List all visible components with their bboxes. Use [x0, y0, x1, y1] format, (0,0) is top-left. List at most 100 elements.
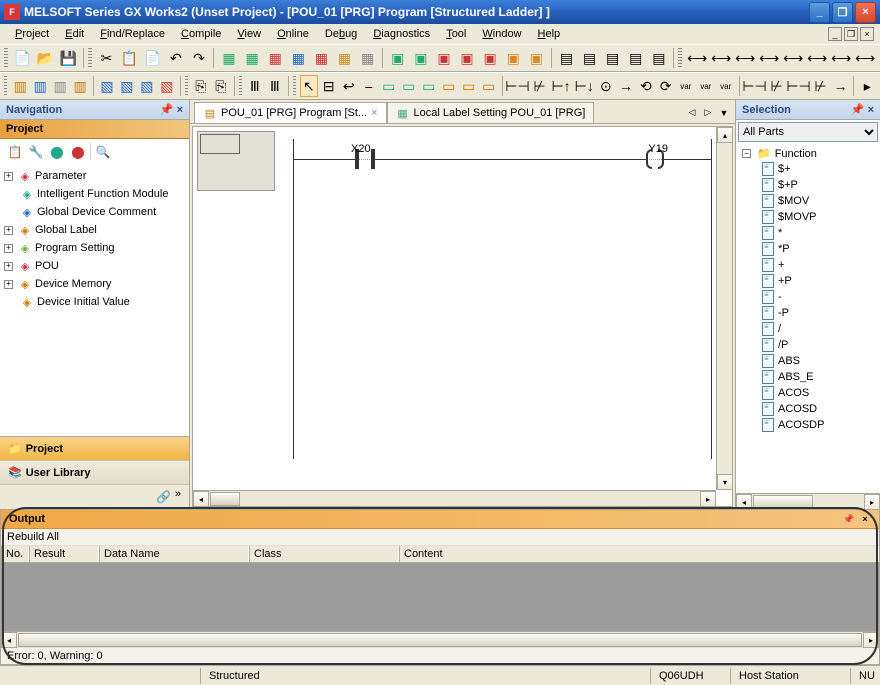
- tool-icon[interactable]: var: [677, 75, 695, 97]
- editor-scrollbar-vertical[interactable]: ▴ ▾: [716, 127, 732, 490]
- tool-icon[interactable]: ▦: [218, 47, 239, 69]
- tree-item[interactable]: ◈Global Device Comment: [4, 203, 185, 221]
- contact-tool[interactable]: ⊬: [812, 75, 830, 97]
- tool-icon[interactable]: ▣: [526, 47, 547, 69]
- nav-expand-icon[interactable]: »: [175, 488, 181, 506]
- contact-tool[interactable]: ⊢⊣: [744, 75, 766, 97]
- nav-tool-icon[interactable]: ⬤: [69, 143, 87, 161]
- tab-dropdown-icon[interactable]: ▼: [717, 106, 731, 120]
- tab-prev-icon[interactable]: ◁: [685, 106, 699, 120]
- close-panel-icon[interactable]: ×: [859, 513, 871, 525]
- function-item[interactable]: ABS: [738, 353, 878, 369]
- tool-icon[interactable]: ▦: [311, 47, 332, 69]
- coil-tool[interactable]: ⊙: [597, 75, 615, 97]
- tool-icon[interactable]: ▤: [648, 47, 669, 69]
- function-item[interactable]: /P: [738, 337, 878, 353]
- expander-icon[interactable]: +: [4, 244, 13, 253]
- contact-nc-tool[interactable]: ⊬: [530, 75, 548, 97]
- tool-icon[interactable]: ▤: [579, 47, 600, 69]
- tool-icon[interactable]: ▣: [480, 47, 501, 69]
- tool-icon[interactable]: ⎘: [212, 75, 230, 97]
- ladder-editor[interactable]: X20 Y19 ▴ ▾ ◂ ▸: [192, 126, 733, 507]
- menu-debug[interactable]: Debug: [318, 26, 364, 42]
- selection-scrollbar-h[interactable]: ◂ ▸: [736, 493, 880, 509]
- tool-icon[interactable]: var: [697, 75, 715, 97]
- tool-icon[interactable]: Ⅲ: [246, 75, 264, 97]
- tool-icon[interactable]: var: [717, 75, 735, 97]
- tree-item[interactable]: +◈Global Label: [4, 221, 185, 239]
- tree-item[interactable]: +◈Device Memory: [4, 275, 185, 293]
- tool-icon[interactable]: →: [832, 75, 850, 97]
- tool-icon[interactable]: ▧: [158, 75, 176, 97]
- function-item[interactable]: +P: [738, 273, 878, 289]
- tool-icon[interactable]: ▭: [380, 75, 398, 97]
- save-button[interactable]: 💾: [58, 47, 79, 69]
- tool-icon[interactable]: ▧: [118, 75, 136, 97]
- tool-icon[interactable]: ▦: [357, 47, 378, 69]
- tree-item[interactable]: +◈POU: [4, 257, 185, 275]
- contact-n-tool[interactable]: ⊢↓: [574, 75, 595, 97]
- function-item[interactable]: $+P: [738, 177, 878, 193]
- tool-icon[interactable]: ⟷: [686, 47, 708, 69]
- tool-icon[interactable]: Ⅲ: [266, 75, 284, 97]
- cut-button[interactable]: ✂: [96, 47, 117, 69]
- output-col-no[interactable]: No.: [1, 546, 29, 562]
- menu-find-replace[interactable]: Find/Replace: [93, 26, 172, 42]
- tool-icon[interactable]: ▣: [433, 47, 454, 69]
- tool-icon[interactable]: →: [617, 75, 635, 97]
- maximize-button[interactable]: ❐: [832, 2, 853, 23]
- close-panel-icon[interactable]: ×: [177, 104, 183, 116]
- copy-button[interactable]: 📋: [119, 47, 140, 69]
- output-col-class[interactable]: Class: [249, 546, 399, 562]
- tab-local-label[interactable]: ▦ Local Label Setting POU_01 [PRG]: [387, 102, 595, 123]
- nav-tool-icon[interactable]: 🔍: [94, 143, 112, 161]
- expander-icon[interactable]: +: [4, 280, 13, 289]
- expander-icon[interactable]: +: [4, 262, 13, 271]
- menu-view[interactable]: View: [230, 26, 268, 42]
- tool-icon[interactable]: ▦: [265, 47, 286, 69]
- tool-icon[interactable]: ▥: [31, 75, 49, 97]
- close-panel-icon[interactable]: ×: [868, 104, 874, 116]
- pointer-tool[interactable]: ↖: [300, 75, 318, 97]
- menu-online[interactable]: Online: [270, 26, 316, 42]
- function-item[interactable]: $+: [738, 161, 878, 177]
- overview-thumbnail[interactable]: [197, 131, 275, 191]
- tool-icon[interactable]: ⟷: [854, 47, 876, 69]
- tool-icon[interactable]: ▭: [440, 75, 458, 97]
- tool-icon[interactable]: ▭: [480, 75, 498, 97]
- nav-footer-icon[interactable]: 🔗: [155, 488, 173, 506]
- tool-icon[interactable]: ⟷: [806, 47, 828, 69]
- tool-icon[interactable]: ⟷: [734, 47, 756, 69]
- tool-icon[interactable]: ▦: [242, 47, 263, 69]
- tool-icon[interactable]: ▣: [503, 47, 524, 69]
- tool-icon[interactable]: ⟳: [657, 75, 675, 97]
- function-item[interactable]: +: [738, 257, 878, 273]
- nav-tool-icon[interactable]: 📋: [6, 143, 24, 161]
- contact-no-tool[interactable]: ⊢⊣: [506, 75, 528, 97]
- expander-icon[interactable]: +: [4, 172, 13, 181]
- tool-icon[interactable]: ▥: [51, 75, 69, 97]
- tool-icon[interactable]: ⎘: [192, 75, 210, 97]
- redo-button[interactable]: ↷: [188, 47, 209, 69]
- tree-item[interactable]: +◈Parameter: [4, 167, 185, 185]
- new-button[interactable]: 📄: [12, 47, 33, 69]
- function-item[interactable]: *: [738, 225, 878, 241]
- menu-tool[interactable]: Tool: [439, 26, 473, 42]
- function-item[interactable]: ACOS: [738, 385, 878, 401]
- tool-icon[interactable]: ⟷: [782, 47, 804, 69]
- pin-icon[interactable]: 📌: [843, 513, 855, 525]
- contact-tool[interactable]: ⊢⊣: [788, 75, 810, 97]
- tool-icon[interactable]: ▦: [288, 47, 309, 69]
- contact-tool[interactable]: ⊬: [768, 75, 786, 97]
- tool-icon[interactable]: ▧: [98, 75, 116, 97]
- menu-edit[interactable]: Edit: [58, 26, 91, 42]
- tool-icon[interactable]: ⟷: [830, 47, 852, 69]
- tool-icon[interactable]: ▭: [400, 75, 418, 97]
- tool-icon[interactable]: ▥: [71, 75, 89, 97]
- tool-icon[interactable]: ▤: [556, 47, 577, 69]
- menu-help[interactable]: Help: [531, 26, 568, 42]
- function-item[interactable]: -P: [738, 305, 878, 321]
- user-library-tab[interactable]: 📚 User Library: [0, 461, 189, 485]
- paste-button[interactable]: 📄: [142, 47, 163, 69]
- output-col-content[interactable]: Content: [399, 546, 879, 562]
